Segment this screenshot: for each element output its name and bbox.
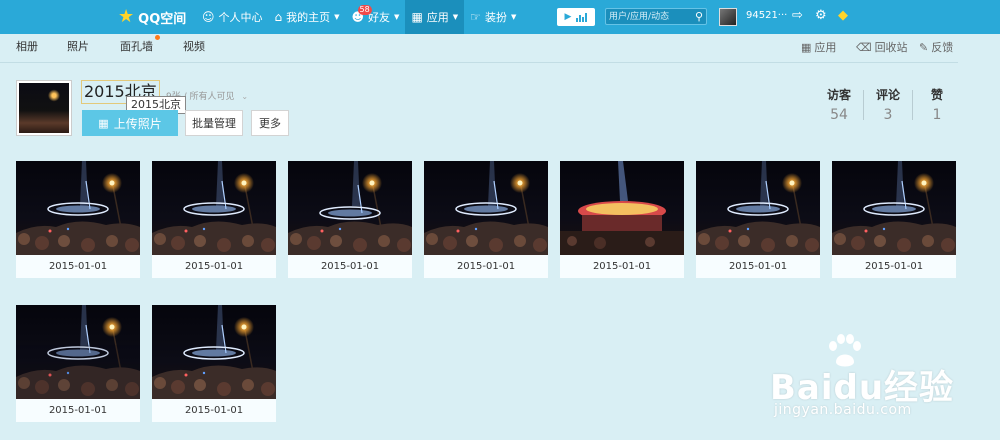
photo-card[interactable]: 2015-01-01 [560,161,684,278]
photo-date: 2015-01-01 [48,405,108,416]
photo-date: 2015-01-01 [184,405,244,416]
photo-thumbnail[interactable] [152,161,276,255]
chevron-down-icon: ▼ [394,13,400,21]
nav-my-homepage[interactable]: ⌂ 我的主页 ▼ [269,0,346,34]
photo-thumbnail[interactable] [832,161,956,255]
qzone-logo[interactable]: ★ QQ空间 [118,6,186,28]
photo-card[interactable]: 2015-01-01 [696,161,820,278]
search-icon[interactable]: ⚲ [695,10,703,23]
nav-personal-center[interactable]: ☺ 个人中心 [196,0,269,34]
photo-card[interactable]: 2015-01-01 [152,161,276,278]
recycle-label: 回收站 [874,41,908,54]
photo-thumbnail[interactable] [152,305,276,399]
stat-value: 54 [830,107,848,123]
star-logo-icon: ★ [118,6,135,27]
user-avatar[interactable] [719,8,737,26]
privacy-setting: 所有人可见 [189,92,235,102]
album-stats: 访客 54 评论 3 赞 1 [815,86,960,126]
divider [0,62,958,63]
feedback-link[interactable]: ✎ 反馈 [919,39,953,55]
grid-icon: ▦ [411,10,423,24]
batch-manage-button[interactable]: 批量管理 [185,110,243,136]
stat-comments[interactable]: 评论 3 [864,86,912,123]
play-icon: ▶ [564,12,572,22]
feedback-label: 反馈 [931,41,954,54]
top-navigation-bar: ★ QQ空间 ☺ 个人中心 ⌂ 我的主页 ▼ ☻ 58 好友 ▼ ▦ 应用 ▼ … [0,0,1000,34]
upload-photos-button[interactable]: ▦ 上传照片 [82,110,178,136]
new-indicator-dot [155,35,160,40]
stat-visitors[interactable]: 访客 54 [815,86,863,123]
recycle-bin-link[interactable]: ⌫ 回收站 [856,39,908,55]
nav-friends[interactable]: ☻ 58 好友 ▼ [346,0,406,34]
more-button[interactable]: 更多 [251,110,289,136]
shirt-icon: ☞ [470,10,481,24]
photo-date: 2015-01-01 [320,261,380,272]
photo-date: 2015-01-01 [592,261,652,272]
home-icon: ⌂ [274,10,283,24]
photo-date: 2015-01-01 [728,261,788,272]
nav-label: 个人中心 [218,11,263,24]
search-box: ⚲ [605,8,707,25]
apps-label: 应用 [814,41,837,54]
photo-date: 2015-01-01 [456,261,516,272]
nav-label: 我的主页 [286,11,331,24]
apps-link[interactable]: ▦ 应用 [801,39,836,55]
album-cover[interactable] [16,80,72,136]
photo-date: 2015-01-01 [864,261,924,272]
image-upload-icon: ▦ [98,116,109,130]
nav-label: 应用 [426,11,449,24]
watermark-url: jingyan.baidu.com [774,402,912,418]
stat-likes[interactable]: 赞 1 [913,86,961,123]
photo-thumbnail[interactable] [424,161,548,255]
edit-icon: ✎ [919,40,929,54]
photo-card[interactable]: 2015-01-01 [16,305,140,422]
equalizer-icon [576,12,588,22]
username[interactable]: 94521··· [746,10,787,21]
album-tab-bar: 相册 照片 面孔墙 视频 ▦ 应用 ⌫ 回收站 ✎ 反馈 [0,34,1000,58]
photo-thumbnail[interactable] [560,161,684,255]
user-icon: ☺ [202,10,215,24]
stat-value: 3 [883,107,893,123]
photo-thumbnail[interactable] [16,305,140,399]
photo-card[interactable]: 2015-01-01 [288,161,412,278]
chevron-down-icon: ▼ [334,13,340,21]
diamond-icon[interactable]: ◆ [838,8,848,23]
photo-date: 2015-01-01 [48,261,108,272]
photo-card[interactable]: 2015-01-01 [832,161,956,278]
nav-label: 装扮 [484,11,507,24]
upload-label: 上传照片 [113,116,162,131]
photo-date: 2015-01-01 [184,261,244,272]
stat-label: 评论 [875,88,900,102]
grid-icon: ▦ [801,40,812,54]
photo-card[interactable]: 2015-01-01 [424,161,548,278]
chevron-down-icon: ⌄ [241,92,249,101]
search-input[interactable] [609,10,691,23]
tab-face-wall[interactable]: 面孔墙 [120,38,153,54]
tab-albums[interactable]: 相册 [16,38,38,54]
tab-videos[interactable]: 视频 [183,38,205,54]
photo-card[interactable]: 2015-01-01 [152,305,276,422]
chevron-down-icon: ▼ [452,13,459,21]
logo-text: QQ空间 [138,11,187,27]
trash-icon: ⌫ [856,40,872,54]
nav-decorate[interactable]: ☞ 装扮 ▼ [464,0,522,34]
stat-label: 赞 [930,88,943,102]
tab-photos[interactable]: 照片 [67,38,89,54]
notification-badge: 58 [357,5,372,15]
baidu-jingyan-watermark: Baidu经验 jingyan.baidu.com [770,332,970,422]
photo-thumbnail[interactable] [16,161,140,255]
main-nav: ☺ 个人中心 ⌂ 我的主页 ▼ ☻ 58 好友 ▼ ▦ 应用 ▼ ☞ 装扮 ▼ [196,0,522,34]
nav-apps[interactable]: ▦ 应用 ▼ [405,0,465,34]
photo-thumbnail[interactable] [288,161,412,255]
music-player-button[interactable]: ▶ [557,8,595,26]
chevron-down-icon: ▼ [510,13,517,21]
stat-value: 1 [932,107,942,123]
logout-icon[interactable]: ⇨ [792,8,803,23]
gear-icon[interactable]: ⚙ [815,8,827,23]
photo-thumbnail[interactable] [696,161,820,255]
cover-image [19,83,69,133]
stat-label: 访客 [826,88,851,102]
photo-card[interactable]: 2015-01-01 [16,161,140,278]
